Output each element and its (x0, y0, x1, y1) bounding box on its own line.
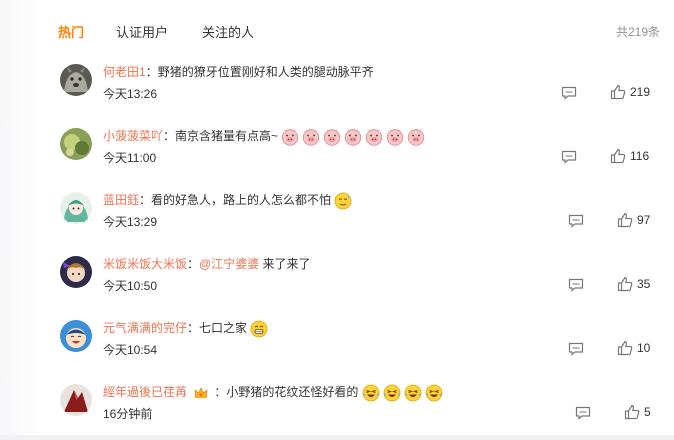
separator: ： (145, 65, 158, 79)
comment-time: 16分钟前 (103, 407, 153, 421)
reply-icon[interactable] (568, 278, 584, 292)
laugh-tears-emoji-icon (362, 384, 380, 402)
comment-text: 看的好急人，路上的人怎么都不怕 (151, 193, 332, 208)
like-count: 35 (637, 277, 651, 291)
comment-text: 野猪的獠牙位置刚好和人类的腿动脉平齐 (157, 65, 374, 79)
tab-following[interactable]: 关注的人 (202, 22, 254, 41)
comment-line: 米饭米饭大米饭：@江宁婆婆 来了来了 (103, 256, 311, 272)
comment-item: 蓝田鈺：看的好急人，路上的人怎么都不怕 今天13:29 97 (60, 192, 660, 248)
like-icon[interactable] (617, 276, 633, 292)
comment-time: 今天13:26 (103, 87, 158, 101)
sweat-smile-emoji-icon (334, 192, 352, 210)
reply-icon[interactable] (561, 150, 577, 164)
like-count: 10 (637, 341, 651, 355)
pig-face-emoji-icon (345, 129, 362, 146)
comment-item: 元气满满的完仔：七口之家 今天10:54 10 (60, 320, 660, 376)
username-link[interactable]: 小菠菠菜吖 (103, 129, 163, 143)
grin-emoji-icon (250, 320, 268, 338)
comment-item: 經年過後已荏苒 ：小野猪的花纹还怪好看的 16分钟前 5 (60, 384, 660, 440)
pig-face-emoji-icon (408, 129, 425, 146)
comment-line: 何老田1：野猪的獠牙位置刚好和人类的腿动脉平齐 (103, 64, 374, 80)
comment-line: 元气满满的完仔：七口之家 (103, 320, 271, 338)
separator: ： (214, 385, 227, 400)
comment-text: 七口之家 (199, 321, 248, 336)
username-link[interactable]: 蓝田鈺 (103, 193, 139, 207)
comment-time: 今天11:00 (103, 151, 157, 165)
emoji-group (281, 129, 428, 146)
avatar[interactable] (60, 128, 92, 160)
like-icon[interactable] (624, 404, 640, 420)
comment-item: 何老田1：野猪的獠牙位置刚好和人类的腿动脉平齐 今天13:26 219 (60, 64, 660, 120)
username-link[interactable]: 何老田1 (103, 65, 146, 79)
like-icon[interactable] (617, 212, 633, 228)
separator: ： (187, 257, 200, 271)
comment-text: 小野猪的花纹还怪好看的 (226, 385, 359, 400)
like-count: 219 (630, 85, 651, 99)
emoji-group (362, 384, 446, 402)
comment-item: 小菠菠菜吖：南京含猪量有点高~ 今天11:00 116 (60, 128, 660, 184)
like-icon[interactable] (610, 84, 626, 100)
like-count: 5 (644, 405, 651, 419)
comment-item: 米饭米饭大米饭：@江宁婆婆 来了来了 今天10:50 35 (60, 256, 660, 312)
laugh-tears-emoji-icon (425, 384, 443, 402)
tab-verified-users[interactable]: 认证用户 (116, 22, 168, 41)
avatar[interactable] (60, 64, 92, 96)
username-link[interactable]: 經年過後已荏苒 (103, 385, 187, 399)
pig-face-emoji-icon (366, 129, 383, 146)
pig-face-emoji-icon (387, 129, 404, 146)
comment-text: 南京含猪量有点高~ (175, 129, 279, 144)
tab-hot[interactable]: 热门 (58, 22, 84, 41)
username-link[interactable]: 米饭米饭大米饭 (103, 257, 187, 271)
like-icon[interactable] (610, 148, 626, 164)
avatar[interactable] (60, 320, 92, 352)
separator: ： (187, 321, 200, 336)
laugh-tears-emoji-icon (404, 384, 422, 402)
crown-icon (195, 387, 208, 398)
reply-icon[interactable] (568, 214, 584, 228)
mention-link[interactable]: @江宁婆婆 (199, 257, 259, 271)
left-shadow (0, 0, 44, 435)
comment-time: 今天13:29 (103, 215, 158, 229)
comment-line: 小菠菠菜吖：南京含猪量有点高~ (103, 128, 428, 146)
pig-face-emoji-icon (324, 129, 341, 146)
comment-text: 来了来了 (259, 257, 311, 271)
separator: ： (163, 129, 176, 144)
separator: ： (139, 193, 152, 208)
reply-icon[interactable] (575, 406, 591, 420)
reply-icon[interactable] (568, 342, 584, 356)
comment-total: 共219条 (615, 25, 660, 39)
avatar[interactable] (60, 384, 92, 416)
comment-time: 今天10:50 (103, 279, 158, 293)
comment-time: 今天10:54 (103, 343, 158, 357)
like-count: 116 (630, 149, 650, 163)
laugh-tears-emoji-icon (383, 384, 401, 402)
reply-icon[interactable] (561, 86, 577, 100)
like-icon[interactable] (617, 340, 633, 356)
username-link[interactable]: 元气满满的完仔 (103, 321, 187, 335)
like-count: 97 (637, 213, 651, 227)
comment-line: 蓝田鈺：看的好急人，路上的人怎么都不怕 (103, 192, 355, 210)
pig-face-emoji-icon (303, 129, 320, 146)
comment-line: 經年過後已荏苒 ：小野猪的花纹还怪好看的 (103, 384, 446, 402)
pig-face-emoji-icon (282, 129, 299, 146)
avatar[interactable] (60, 192, 92, 224)
avatar[interactable] (60, 256, 92, 288)
comment-panel: 热门 认证用户 关注的人 共219条 何老田1：野猪的獠牙位置刚好和人类的腿动脉… (0, 0, 674, 435)
